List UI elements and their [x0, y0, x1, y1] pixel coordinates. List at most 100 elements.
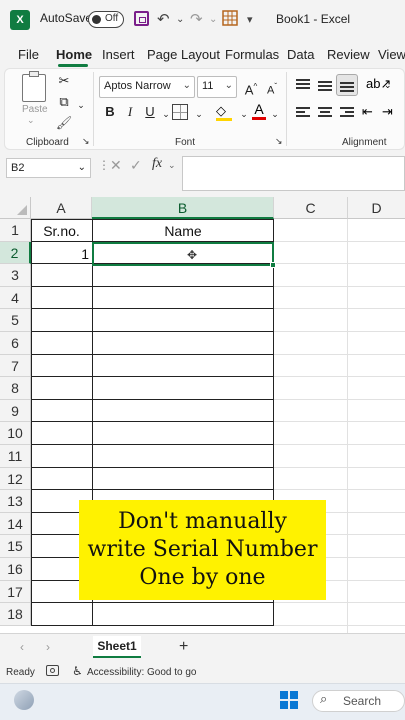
row-header-14[interactable]: 14	[0, 512, 31, 536]
align-right-icon[interactable]	[340, 106, 356, 120]
active-cell-b2[interactable]	[92, 242, 274, 266]
row-header-11[interactable]: 11	[0, 445, 31, 468]
font-size-select[interactable]: 11 ⌄	[197, 76, 237, 98]
row-header-4[interactable]: 4	[0, 286, 31, 310]
cancel-edit-icon[interactable]: ✕	[110, 157, 122, 174]
table-cell[interactable]	[31, 377, 93, 400]
autosave-toggle[interactable]: Off	[88, 11, 124, 28]
table-cell[interactable]	[92, 603, 274, 626]
cut-icon[interactable]: ✂	[55, 72, 73, 90]
function-dropdown-icon[interactable]: ⌄	[168, 160, 176, 171]
redo-icon[interactable]: ↷	[190, 10, 203, 28]
font-name-select[interactable]: Aptos Narrow ⌄	[99, 76, 195, 98]
redo-dropdown-icon[interactable]: ⌄	[209, 14, 217, 25]
copy-icon[interactable]: ⧉	[55, 93, 73, 111]
table-cell[interactable]	[31, 603, 93, 626]
cell-a1[interactable]: Sr.no.	[31, 220, 92, 242]
tab-home[interactable]: Home	[56, 47, 92, 62]
fill-color-dropdown-icon[interactable]: ⌄	[235, 105, 253, 123]
middle-align-icon[interactable]	[318, 78, 334, 92]
select-all-corner[interactable]	[0, 197, 31, 219]
table-cell[interactable]	[31, 399, 93, 423]
decrease-indent-icon[interactable]: ⇤	[362, 104, 373, 120]
accessibility-icon[interactable]: ♿	[72, 664, 83, 678]
name-box[interactable]: B2 ⌄	[6, 158, 91, 178]
decrease-font-size-icon[interactable]: Aˇ	[263, 78, 281, 97]
table-cell[interactable]	[31, 354, 93, 378]
fill-color-icon[interactable]: ◇	[216, 102, 232, 121]
cell-a2[interactable]: 1	[31, 243, 89, 265]
table-cell[interactable]	[92, 332, 274, 355]
tab-page-layout[interactable]: Page Layout	[147, 47, 220, 62]
row-header-10[interactable]: 10	[0, 422, 31, 445]
table-cell[interactable]	[31, 309, 93, 332]
formula-input[interactable]	[182, 156, 405, 191]
increase-indent-icon[interactable]: ⇥	[382, 104, 393, 120]
tab-view[interactable]: View	[378, 47, 405, 62]
row-header-13[interactable]: 13	[0, 490, 31, 513]
align-left-icon[interactable]	[296, 106, 312, 120]
add-sheet-button[interactable]: +	[179, 638, 188, 656]
table-cell[interactable]	[92, 445, 274, 468]
borders-icon[interactable]	[172, 104, 188, 120]
font-color-icon[interactable]: A	[252, 101, 266, 120]
sheet-next-icon[interactable]: ›	[46, 640, 50, 654]
accessibility-status[interactable]: Accessibility: Good to go	[87, 667, 197, 678]
align-center-icon[interactable]	[318, 106, 334, 120]
tab-file[interactable]: File	[18, 47, 39, 62]
paste-label[interactable]: Paste	[22, 104, 48, 115]
fill-handle[interactable]	[270, 262, 276, 268]
row-header-6[interactable]: 6	[0, 332, 31, 355]
tab-review[interactable]: Review	[327, 47, 370, 62]
table-cell[interactable]	[31, 332, 93, 355]
table-icon[interactable]	[222, 10, 238, 30]
row-header-5[interactable]: 5	[0, 309, 31, 332]
increase-font-size-icon[interactable]: A^	[242, 78, 260, 97]
table-cell[interactable]	[92, 264, 274, 287]
top-align-icon[interactable]	[296, 78, 312, 92]
column-header-a[interactable]: A	[31, 197, 92, 219]
font-launcher-icon[interactable]: ↘	[275, 136, 283, 147]
table-cell[interactable]	[31, 467, 93, 491]
table-cell[interactable]	[31, 422, 93, 445]
row-header-3[interactable]: 3	[0, 264, 31, 287]
row-header-1[interactable]: 1	[0, 219, 31, 242]
windows-start-icon[interactable]	[280, 691, 298, 709]
row-header-8[interactable]: 8	[0, 377, 31, 400]
table-cell[interactable]	[92, 467, 274, 491]
row-header-7[interactable]: 7	[0, 354, 31, 378]
tab-insert[interactable]: Insert	[102, 47, 135, 62]
undo-icon[interactable]: ↶	[157, 10, 170, 28]
bold-button[interactable]: B	[101, 103, 119, 121]
row-header-9[interactable]: 9	[0, 399, 31, 423]
table-cell[interactable]	[92, 422, 274, 445]
orientation-dropdown-icon[interactable]: ⌄	[384, 80, 392, 91]
clipboard-launcher-icon[interactable]: ↘	[82, 136, 90, 147]
table-cell[interactable]	[31, 264, 93, 287]
undo-dropdown-icon[interactable]: ⌄	[176, 14, 184, 25]
table-cell[interactable]	[31, 286, 93, 310]
font-color-dropdown-icon[interactable]: ⌄	[266, 105, 284, 123]
column-header-b[interactable]: B	[92, 197, 274, 219]
customize-toolbar-icon[interactable]: ▾	[247, 13, 253, 26]
bottom-align-icon[interactable]	[336, 74, 358, 96]
weather-widget-icon[interactable]	[14, 690, 34, 710]
format-painter-icon[interactable]: 🖌	[55, 114, 73, 132]
row-header-17[interactable]: 17	[0, 580, 31, 604]
table-cell[interactable]	[92, 354, 274, 378]
tab-data[interactable]: Data	[287, 47, 314, 62]
table-cell[interactable]	[92, 309, 274, 332]
column-header-d[interactable]: D	[348, 197, 405, 219]
table-cell[interactable]	[31, 445, 93, 468]
sheet-tab-sheet1[interactable]: Sheet1	[93, 636, 141, 658]
save-icon[interactable]	[134, 11, 149, 26]
table-cell[interactable]	[92, 286, 274, 310]
row-header-15[interactable]: 15	[0, 535, 31, 558]
row-header-16[interactable]: 16	[0, 558, 31, 581]
tab-formulas[interactable]: Formulas	[225, 47, 279, 62]
cell-b1[interactable]: Name	[92, 220, 274, 242]
row-header-18[interactable]: 18	[0, 603, 31, 626]
paste-icon[interactable]	[22, 71, 46, 102]
column-header-c[interactable]: C	[274, 197, 348, 219]
row-header-2[interactable]: 2	[0, 241, 31, 265]
